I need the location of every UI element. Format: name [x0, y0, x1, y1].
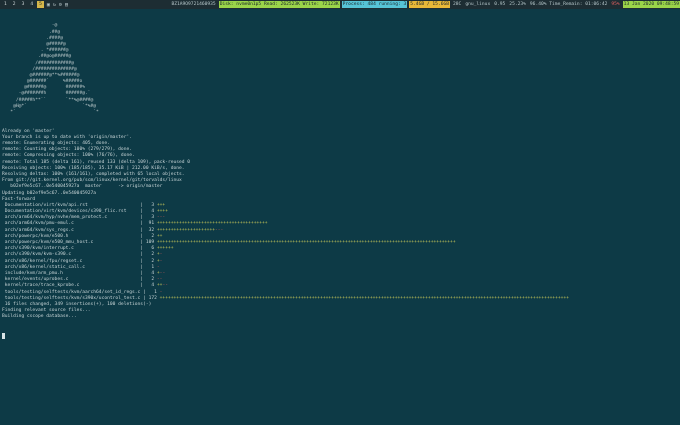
diffstat-minus: --	[162, 283, 168, 289]
terminal-output: Already on 'master' Your branch is up to …	[2, 129, 678, 321]
workspace-1[interactable]: 1	[2, 1, 9, 8]
diffstat-file: arch/x86/kernel/static_call.c | 1	[2, 264, 157, 270]
diffstat-minus: ---	[214, 227, 224, 233]
diffstat-minus: -	[159, 258, 163, 264]
status-segment: 0.95	[493, 1, 507, 8]
diffstat-file: kernel/trace/trace_kprobe.c | 4	[2, 283, 157, 289]
settings-icon[interactable]: ⚙	[59, 2, 62, 8]
diffstat-file: tools/testing/selftests/kvm/aarch64/set_…	[2, 289, 160, 295]
diffstat-file: arch/s390/kvm/interrupt.c | 6	[2, 246, 157, 252]
diffstat-file: Documentation/virt/kvm/api.rst | 3	[2, 202, 157, 208]
text-cursor	[2, 332, 5, 339]
diffstat-plus: ++++++++++++++++++++++++++++++++++++++++…	[159, 295, 569, 301]
status-segment: 13 Jan 2020 09:48:59	[622, 1, 680, 8]
diffstat-minus: -	[156, 264, 160, 270]
diffstat-file: arch/powerpc/kvm/e500.h | 2	[2, 233, 157, 239]
diffstat-plus: +++++++++++++++++++++	[156, 227, 215, 233]
status-segment: 96.40% Time_Remain: 01:06:42	[528, 1, 609, 8]
diffstat-minus: -	[159, 252, 163, 258]
status-segment: 28C	[452, 1, 463, 8]
workspace-4[interactable]: 4	[28, 1, 35, 8]
diffstat-file: include/kvm/arm_pmu.h | 4	[2, 270, 157, 276]
diffstat-minus: --	[159, 270, 166, 276]
ascii-logo: -@ .##@ .####@ @#####@ . *######@ .##@o@…	[2, 23, 678, 116]
diffstat-file: arch/s390/kvm/kvm-s390.c | 2	[2, 252, 157, 258]
status-segment: 25.23%	[508, 1, 527, 8]
diffstat-plus: +++	[156, 202, 166, 208]
status-segment: gnu_linux	[464, 1, 492, 8]
diffstat-minus: --	[156, 277, 163, 283]
diffstat-file: kernel/events/uprobes.c | 2	[2, 277, 157, 283]
diffstat-file: Documentation/virt/kvm/devices/s390_flic…	[2, 209, 157, 215]
status-segment: BZ1A9O9721460935	[170, 1, 217, 8]
diffstat-plus: ++++++++++++++++++++++++++++++++++++++++	[156, 221, 268, 227]
status-segment: Disk: nvme0n1p5 Read: 262523K Write: 721…	[218, 1, 340, 8]
terminal-window[interactable]: -@ .##@ .####@ @#####@ . *######@ .##@o@…	[2, 11, 678, 345]
status-segment: Process: 484 running: 3	[341, 1, 408, 8]
diffstat-plus: ++++++	[156, 246, 174, 252]
diffstat-file: arch/powerpc/kvm/e500_mmu_host.c | 109	[2, 240, 157, 245]
output-line: Building cscope database...	[2, 314, 77, 320]
workspace-5[interactable]: 5	[37, 1, 44, 8]
diffstat-file: arch/arm64/kvm/pmu-emul.c | 91	[2, 221, 157, 227]
workspace-3[interactable]: 3	[20, 1, 27, 8]
prompt-line[interactable]	[2, 332, 678, 339]
diffstat-file: arch/x86/kernel/fpu/regset.c | 2	[2, 258, 157, 264]
ascii-line: *` `*	[2, 110, 99, 116]
diffstat-plus: ++++++++++++++++++++++++++++++++++++++++…	[156, 240, 456, 245]
diffstat-minus: -	[159, 289, 163, 295]
diffstat-plus: ++++	[156, 209, 168, 215]
diffstat-file: arch/arm64/kvm/sys_regs.c | 32	[2, 227, 157, 233]
status-segment: 5.4GB / 15.6GB	[409, 1, 450, 8]
refresh-icon[interactable]: ↻	[53, 2, 56, 8]
folder-icon[interactable]: ▤	[65, 2, 68, 8]
diffstat-minus: ---	[156, 215, 166, 221]
workspace-2[interactable]: 2	[11, 1, 18, 8]
status-segment: 95%	[610, 1, 621, 8]
diffstat-plus: ++	[156, 233, 163, 239]
top-status-bar: 1 2 3 4 5 ▣ ↻ ⚙ ▤ BZ1A9O9721460935 Disk: nvme0n1p5…	[0, 0, 680, 9]
diffstat-file: arch/arm64/kvm/hyp/nvhe/mem_protect.c | …	[2, 215, 157, 221]
window-icon[interactable]: ▣	[47, 2, 50, 8]
diffstat-file: tools/testing/selftests/kvm/s390x/ucontr…	[2, 295, 160, 301]
